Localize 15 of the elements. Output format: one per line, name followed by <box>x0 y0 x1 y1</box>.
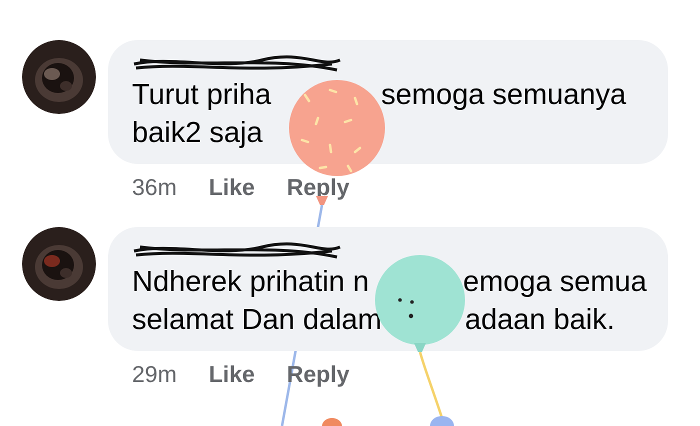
comment-text: selamat Dan dalam <box>132 302 382 338</box>
comment-text: emoga semua <box>462 264 647 300</box>
comment-text: Turut priha <box>132 78 272 113</box>
timestamp: 36m <box>132 173 177 202</box>
reply-link[interactable]: Reply <box>286 170 350 204</box>
balloon-drawing <box>322 418 342 426</box>
timestamp: 29m <box>132 360 177 388</box>
comment-text: Ndherek prihatin n <box>132 264 369 300</box>
balloon-string <box>418 352 444 418</box>
comment-text: baik2 saja <box>132 116 263 151</box>
like-link[interactable]: Like <box>208 170 255 204</box>
comment-text: semoga semuanya <box>381 78 626 113</box>
balloon-drawing <box>430 416 454 426</box>
comment-text: adaan baik. <box>464 302 615 338</box>
like-link[interactable]: Like <box>208 356 255 391</box>
